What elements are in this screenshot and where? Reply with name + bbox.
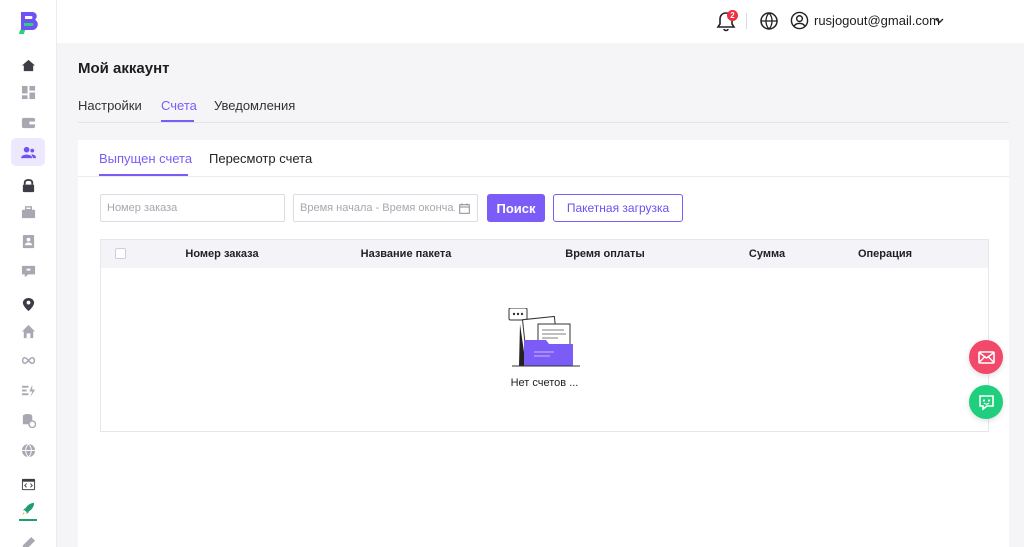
infinity-icon[interactable] [18,350,38,370]
dashboard-icon[interactable] [18,82,38,102]
order-number-field [100,194,285,222]
account-tabs: Настройки Счета Уведомления [78,98,1009,123]
tab-active-indicator [161,120,194,122]
subtab-active-indicator [99,174,188,176]
chat-bot-icon [978,394,994,411]
globe-icon[interactable] [18,440,38,460]
code-window-icon[interactable] [18,474,38,494]
page-title: Мой аккаунт [78,60,170,77]
order-number-input[interactable] [101,195,284,221]
lock-icon[interactable] [18,175,38,195]
tab-notifications[interactable]: Уведомления [214,98,295,113]
location-pin-icon[interactable] [18,294,38,314]
notification-badge: 2 [727,10,738,21]
contact-mail-button[interactable] [969,340,1003,374]
date-range-input[interactable] [294,195,477,221]
empty-state-text: Нет счетов ... [510,377,579,389]
table-header: Номер заказа Название пакета Время оплат… [101,240,988,268]
user-avatar-icon[interactable] [790,11,809,30]
subtab-issued-invoices[interactable]: Выпущен счета [99,151,192,166]
calendar-icon[interactable] [459,203,470,214]
batch-upload-button[interactable]: Пакетная загрузка [553,194,683,222]
support-chat-button[interactable] [969,385,1003,419]
briefcase-icon[interactable] [18,202,38,222]
tab-invoices[interactable]: Счета [161,98,197,113]
rocket-icon[interactable] [18,498,38,518]
select-all-checkbox[interactable] [115,248,126,259]
app-logo[interactable] [16,9,42,35]
users-icon[interactable] [18,142,38,162]
message-icon[interactable] [18,261,38,281]
subtab-invoice-review[interactable]: Пересмотр счета [209,151,312,166]
search-button[interactable]: Поиск [487,194,545,222]
language-globe-icon[interactable] [759,11,779,31]
chevron-down-icon[interactable] [935,16,944,25]
wallet-icon[interactable] [18,112,38,132]
user-email[interactable]: rusjogout@gmail.com [814,13,940,28]
database-clock-icon[interactable] [18,410,38,430]
invoices-card: Выпущен счета Пересмотр счета Поиск Паке… [78,140,1009,547]
invoices-table: Номер заказа Название пакета Время оплат… [100,239,989,432]
mail-icon [977,350,995,364]
column-header-amount: Сумма [748,248,786,260]
contact-card-icon[interactable] [18,231,38,251]
house-icon[interactable] [18,321,38,341]
header-divider [746,13,747,29]
invoice-subtabs: Выпущен счета Пересмотр счета [78,140,1009,177]
tab-settings[interactable]: Настройки [78,98,142,113]
tool-icon[interactable] [18,533,38,547]
column-header-operation: Операция [857,248,913,260]
flash-list-icon[interactable] [18,380,38,400]
column-header-order-number: Номер заказа [185,248,259,260]
column-header-payment-time: Время оплаты [565,248,645,260]
home-icon[interactable] [18,55,38,75]
empty-folder-icon [508,308,580,367]
date-range-field [293,194,478,222]
sidebar-active-underline [19,519,37,521]
sidebar [0,0,57,547]
column-header-package-name: Название пакета [360,248,452,260]
